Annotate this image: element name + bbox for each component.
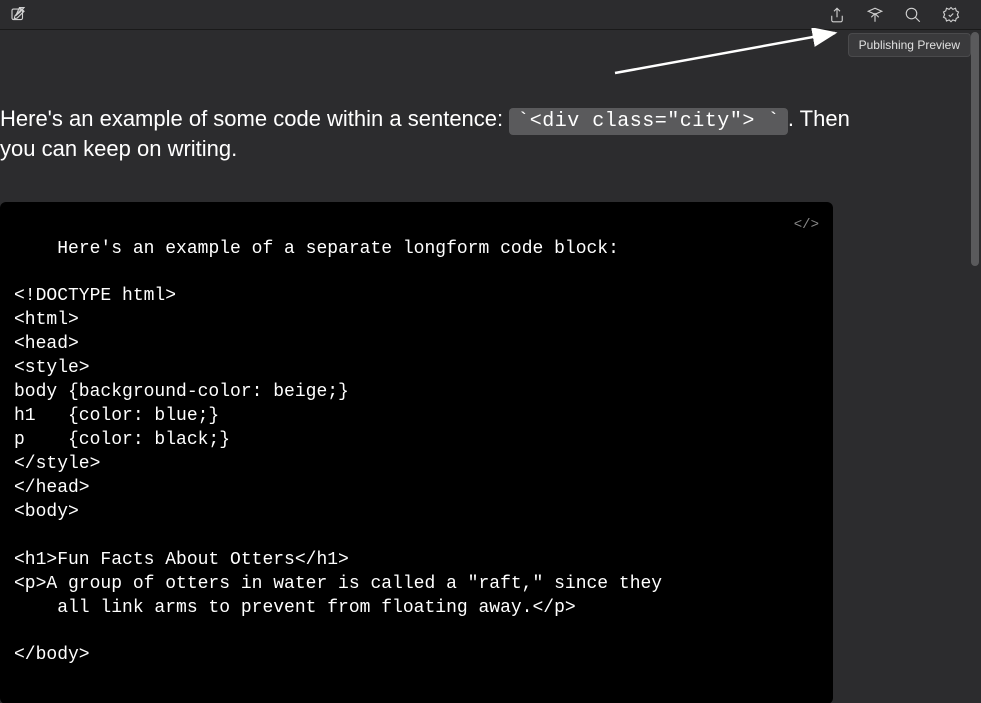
share-icon — [828, 6, 846, 24]
compose-button[interactable] — [8, 5, 28, 25]
toolbar-left — [8, 5, 28, 25]
settings-button[interactable] — [941, 5, 961, 25]
compose-icon — [9, 6, 27, 24]
code-block-content: Here's an example of a separate longform… — [14, 239, 662, 666]
toolbar-right — [827, 5, 973, 25]
prose-paragraph[interactable]: Here's an example of some code within a … — [0, 105, 850, 164]
tooltip-text: Publishing Preview — [859, 38, 960, 52]
annotation-arrow — [605, 28, 855, 78]
search-icon — [904, 6, 922, 24]
share-button[interactable] — [827, 5, 847, 25]
toolbar — [0, 0, 981, 30]
scrollbar-thumb[interactable] — [971, 32, 979, 266]
publish-button[interactable] — [865, 5, 885, 25]
settings-icon — [942, 6, 960, 24]
prose-text-before: Here's an example of some code within a … — [0, 106, 509, 131]
editor-content[interactable]: Here's an example of some code within a … — [0, 105, 981, 703]
publish-icon — [866, 6, 884, 24]
publish-tooltip: Publishing Preview — [848, 33, 971, 57]
code-toggle-button[interactable]: </> — [794, 216, 819, 235]
search-button[interactable] — [903, 5, 923, 25]
scrollbar[interactable] — [969, 32, 981, 618]
code-block[interactable]: </> Here's an example of a separate longf… — [0, 202, 833, 703]
inline-code: `<div class="city"> ` — [509, 108, 788, 135]
